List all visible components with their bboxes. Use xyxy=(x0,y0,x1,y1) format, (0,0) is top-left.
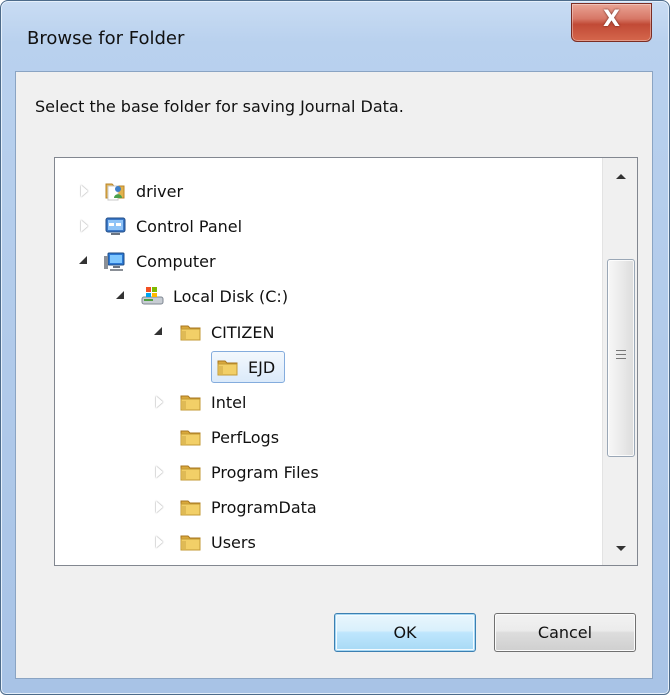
tree-item-local-disk[interactable]: Local Disk (C:) xyxy=(115,279,288,313)
up-arrow-icon xyxy=(616,174,626,179)
folder-icon xyxy=(179,426,202,448)
folder-icon xyxy=(179,321,202,343)
instruction-text: Select the base folder for saving Journa… xyxy=(35,97,404,116)
close-icon: X xyxy=(603,7,620,32)
collapse-arrow-icon[interactable] xyxy=(115,288,129,304)
control-panel-icon xyxy=(104,215,127,237)
dialog-client-area: Select the base folder for saving Journa… xyxy=(15,71,653,679)
collapse-arrow-icon[interactable] xyxy=(153,324,167,340)
expand-arrow-icon[interactable] xyxy=(153,394,167,410)
grip-icon xyxy=(616,350,626,363)
local-disk-icon xyxy=(141,285,164,307)
expand-arrow-icon[interactable] xyxy=(153,534,167,550)
tree-item-perflogs[interactable]: PerfLogs xyxy=(153,420,279,454)
tree-item-label: CITIZEN xyxy=(211,322,275,342)
tree-item-programdata[interactable]: ProgramData xyxy=(153,490,317,524)
tree-item-label: ProgramData xyxy=(211,497,317,517)
tree-item-computer[interactable]: Computer xyxy=(78,244,216,278)
tree-item-control-panel[interactable]: Control Panel xyxy=(78,209,242,243)
selected-folder-highlight[interactable]: EJD xyxy=(211,351,286,383)
scroll-thumb[interactable] xyxy=(607,259,635,457)
tree-item-ejd[interactable]: EJD xyxy=(189,350,286,384)
scroll-down-button[interactable] xyxy=(603,531,637,565)
collapse-arrow-icon[interactable] xyxy=(78,253,92,269)
tree-item-driver[interactable]: driver xyxy=(78,174,183,208)
tree-item-citizen[interactable]: CITIZEN xyxy=(153,315,274,349)
user-folder-icon xyxy=(104,180,127,202)
expand-arrow-icon[interactable] xyxy=(78,218,92,234)
cancel-button[interactable]: Cancel xyxy=(494,613,636,652)
tree-item-program-files[interactable]: Program Files xyxy=(153,455,319,489)
expand-arrow-icon[interactable] xyxy=(78,183,92,199)
tree-item-label: Intel xyxy=(211,392,247,412)
folder-icon xyxy=(216,356,239,378)
tree-item-label: Control Panel xyxy=(136,216,243,236)
tree-item-label: EJD xyxy=(248,357,276,377)
tree-item-intel[interactable]: Intel xyxy=(153,385,246,419)
expand-arrow-icon[interactable] xyxy=(153,464,167,480)
tree-item-label: driver xyxy=(136,181,184,201)
scroll-up-button[interactable] xyxy=(603,158,637,192)
ok-button[interactable]: OK xyxy=(334,613,476,652)
down-arrow-icon xyxy=(616,546,626,551)
folder-tree[interactable]: driver Control Panel Computer Local Disk… xyxy=(54,157,638,566)
folder-icon xyxy=(179,531,202,553)
tree-item-label: Program Files xyxy=(211,462,319,482)
tree-item-users[interactable]: Users xyxy=(153,525,256,559)
browse-for-folder-dialog: Browse for Folder X Select the base fold… xyxy=(0,0,670,695)
tree-item-label: Users xyxy=(211,532,256,552)
window-title: Browse for Folder xyxy=(27,28,185,49)
folder-icon xyxy=(179,461,202,483)
tree-item-label: Computer xyxy=(136,251,216,271)
title-bar[interactable]: Browse for Folder X xyxy=(1,1,669,71)
tree-item-label: Local Disk (C:) xyxy=(173,286,289,306)
tree-item-label: PerfLogs xyxy=(211,427,280,447)
vertical-scrollbar[interactable] xyxy=(602,158,637,565)
close-button[interactable]: X xyxy=(571,3,652,42)
folder-icon xyxy=(179,496,202,518)
computer-icon xyxy=(104,250,127,272)
expand-arrow-icon[interactable] xyxy=(153,499,167,515)
folder-icon xyxy=(179,391,202,413)
